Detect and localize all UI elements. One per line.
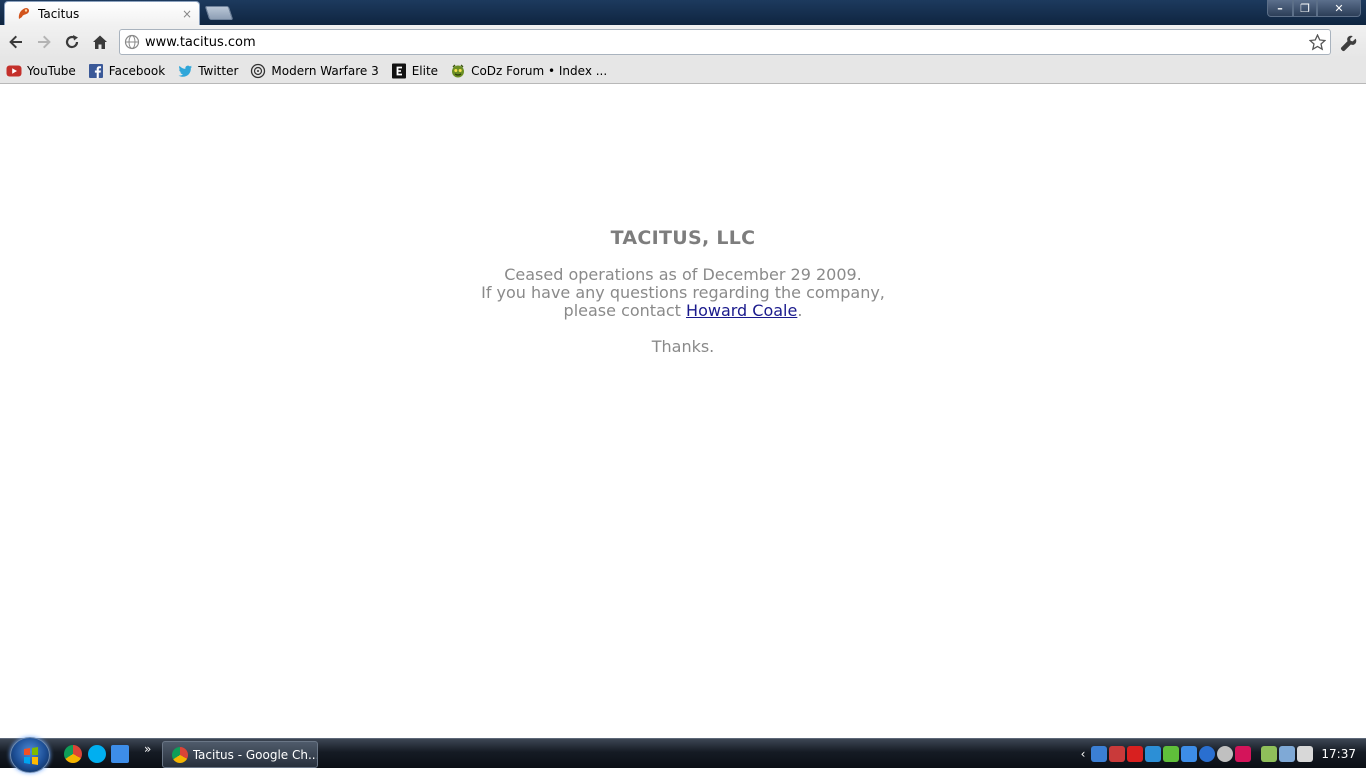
system-tray: ‹ 17:37 (1081, 739, 1366, 769)
message-line-1: Ceased operations as of December 29 2009… (504, 265, 862, 284)
message-line-3: please contact Howard Coale. (0, 302, 1366, 320)
address-bar[interactable]: www.tacitus.com (119, 29, 1331, 55)
app-tray-icon[interactable] (1145, 746, 1162, 762)
chrome-icon (172, 746, 188, 763)
wrench-icon (1340, 35, 1356, 51)
restore-button[interactable]: ❐ (1293, 0, 1317, 17)
skype-tray-icon[interactable] (1199, 746, 1216, 762)
browser-titlebar: Tacitus × – ❐ ✕ (0, 0, 1366, 25)
volume-tray-icon[interactable] (1297, 746, 1314, 762)
bookmark-label: Facebook (108, 63, 166, 78)
back-arrow-icon (9, 35, 22, 49)
reload-button[interactable] (62, 31, 82, 53)
browser-toolbar: www.tacitus.com (0, 25, 1366, 58)
close-window-button[interactable]: ✕ (1317, 0, 1361, 17)
origin-tray-icon[interactable] (1235, 746, 1252, 762)
messenger-tray-icon[interactable] (1163, 746, 1180, 762)
bookmark-elite[interactable]: Elite (391, 61, 438, 81)
message-line-2: If you have any questions regarding the … (481, 283, 885, 302)
youtube-icon (6, 63, 22, 79)
ati-tray-icon[interactable] (1127, 746, 1144, 762)
dropbox-quicklaunch-icon[interactable] (111, 745, 129, 763)
back-button[interactable] (6, 31, 26, 53)
tab-close-icon[interactable]: × (180, 7, 194, 21)
new-tab-button[interactable] (204, 6, 234, 20)
security-tray-icon[interactable] (1109, 746, 1126, 762)
page-content: TACITUS, LLC Ceased operations as of Dec… (0, 85, 1366, 738)
network-tray-icon[interactable] (1279, 746, 1296, 762)
modern-warfare-icon (250, 63, 266, 79)
skype-quicklaunch-icon[interactable] (88, 745, 106, 763)
bookmark-twitter[interactable]: Twitter (177, 61, 238, 81)
dropbox-tray-icon[interactable] (1181, 746, 1198, 762)
tab-title: Tacitus (38, 6, 80, 21)
bookmark-facebook[interactable]: Facebook (88, 61, 165, 81)
chrome-quicklaunch-icon[interactable] (64, 745, 82, 763)
contact-link[interactable]: Howard Coale (686, 301, 797, 320)
windows-logo-icon (24, 747, 38, 765)
bookmark-youtube[interactable]: YouTube (6, 61, 76, 81)
quicklaunch-more-button[interactable]: » (144, 742, 151, 756)
bookmark-star-icon[interactable] (1307, 32, 1327, 52)
home-button[interactable] (90, 31, 110, 53)
home-icon (93, 35, 107, 49)
battery-tray-icon[interactable] (1261, 746, 1278, 762)
contact-suffix: . (797, 301, 803, 320)
tab-tacitus[interactable]: Tacitus × (4, 1, 200, 25)
thanks-text: Thanks. (651, 337, 715, 356)
reload-icon (65, 35, 79, 49)
windows-taskbar: » Tacitus - Google Ch... ‹ 17:37 (0, 737, 1366, 773)
elite-icon (391, 63, 407, 79)
address-url[interactable]: www.tacitus.com (145, 35, 1307, 50)
bookmark-codz-forum[interactable]: CoDz Forum • Index ... (450, 61, 607, 81)
wrench-menu-button[interactable] (1338, 33, 1358, 53)
network-app-tray-icon[interactable] (1091, 746, 1108, 762)
bookmark-label: YouTube (27, 63, 76, 78)
bookmark-modern-warfare-3[interactable]: Modern Warfare 3 (250, 61, 379, 81)
twitter-icon (177, 63, 193, 79)
bookmark-label: CoDz Forum • Index ... (471, 63, 608, 78)
forward-arrow-icon (38, 35, 51, 49)
show-hidden-icons-button[interactable]: ‹ (1081, 747, 1086, 761)
taskbar-clock[interactable]: 17:37 (1321, 747, 1356, 761)
codz-forum-icon (450, 63, 466, 79)
tacitus-favicon-icon (16, 6, 32, 22)
taskbar-window-label: Tacitus - Google Ch... (192, 747, 317, 762)
bookmarks-bar: YouTube Facebook Twitter Modern Warfare … (0, 58, 1366, 84)
ea-tray-icon[interactable] (1217, 746, 1234, 762)
closure-message: Ceased operations as of December 29 2009… (0, 266, 1366, 320)
company-heading: TACITUS, LLC (610, 227, 756, 249)
taskbar-chrome-window[interactable]: Tacitus - Google Ch... (162, 741, 318, 768)
facebook-icon (88, 63, 104, 79)
window-controls: – ❐ ✕ (1267, 0, 1361, 17)
forward-button[interactable] (34, 31, 54, 53)
page-info-icon (124, 34, 140, 50)
minimize-button[interactable]: – (1267, 0, 1293, 17)
bookmark-label: Twitter (198, 63, 239, 78)
bookmark-label: Modern Warfare 3 (271, 63, 379, 78)
bookmark-label: Elite (411, 63, 439, 78)
contact-prefix: please contact (563, 301, 687, 320)
